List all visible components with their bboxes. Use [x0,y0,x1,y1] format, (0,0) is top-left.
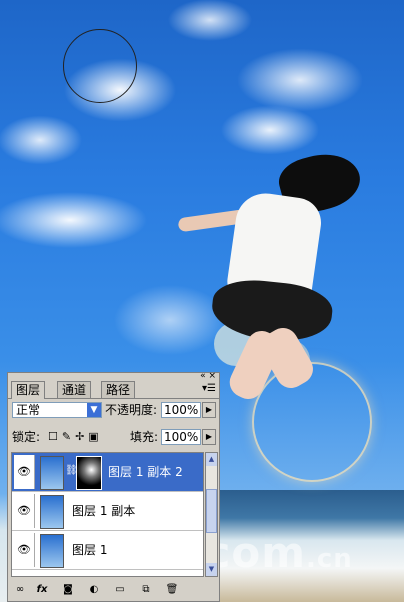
fill-input[interactable]: 100% [161,429,201,445]
layers-panel: « × 图层 通道 路径 ▾☰ 正常 ▼ 不透明度: 100% ▶ 锁定: ☐✎… [7,372,220,602]
panel-titlebar: « × [8,372,219,381]
fx-icon[interactable]: fx [34,583,50,597]
lock-row: 锁定: ☐✎✢▣ 填充: 100% ▶ [8,427,219,447]
layer-name: 图层 1 副本 2 [108,465,183,479]
layer-row[interactable]: 👁 图层 1 副本 [12,492,203,531]
layer-thumbnail [40,495,64,529]
watermark-suffix: .cn [305,544,353,574]
opacity-input[interactable]: 100% [161,402,201,418]
layer-thumbnail [40,456,64,490]
panel-footer: ∞ fx ◙ ◐ ▭ ⧉ 🗑 [8,579,219,601]
layer-thumbnail [40,534,64,568]
eye-icon[interactable]: 👁 [14,455,35,489]
trash-icon[interactable]: 🗑 [164,583,180,597]
brush-cursor [63,29,137,103]
panel-window-buttons[interactable]: « × [200,372,216,381]
lock-label: 锁定: [12,430,41,444]
scroll-down-icon[interactable]: ▼ [206,563,217,576]
layer-mask-thumbnail[interactable] [76,456,102,490]
blend-row: 正常 ▼ 不透明度: 100% ▶ [8,400,219,420]
layer-row[interactable]: 👁 图层 1 [12,531,203,570]
eye-icon[interactable]: 👁 [14,494,35,528]
layers-list: 👁 ⛓ 图层 1 副本 2 👁 图层 1 副本 👁 图层 1 [11,452,204,577]
lens-flare-ring [252,362,372,482]
lock-icons[interactable]: ☐✎✢▣ [48,430,103,443]
blend-mode-select[interactable]: 正常 ▼ [12,402,102,418]
link-icon[interactable]: ∞ [12,583,28,597]
opacity-arrow-button[interactable]: ▶ [202,402,216,418]
tab-channels[interactable]: 通道 [57,381,92,398]
panel-tabs: 图层 通道 路径 ▾☰ [8,381,219,399]
tab-layers[interactable]: 图层 [11,381,46,399]
layer-row[interactable]: 👁 ⛓ 图层 1 副本 2 [12,453,203,492]
blend-mode-value: 正常 [16,403,41,417]
tab-paths[interactable]: 路径 [101,381,136,398]
layers-scrollbar[interactable]: ▲ ▼ [205,452,218,577]
fill-label: 填充: [130,430,159,444]
eye-icon[interactable]: 👁 [14,533,35,567]
mask-icon[interactable]: ◙ [60,583,76,597]
fill-arrow-button[interactable]: ▶ [202,429,216,445]
scroll-thumb[interactable] [206,489,217,533]
panel-menu-icon[interactable]: ▾☰ [202,383,216,394]
group-folder-icon[interactable]: ▭ [112,583,128,597]
layer-name: 图层 1 副本 [72,504,136,518]
new-layer-icon[interactable]: ⧉ [138,583,154,597]
scroll-up-icon[interactable]: ▲ [206,453,217,466]
adjustment-icon[interactable]: ◐ [86,583,102,597]
layer-name: 图层 1 [72,543,108,557]
chevron-down-icon: ▼ [87,403,101,417]
opacity-label: 不透明度: [105,403,158,417]
